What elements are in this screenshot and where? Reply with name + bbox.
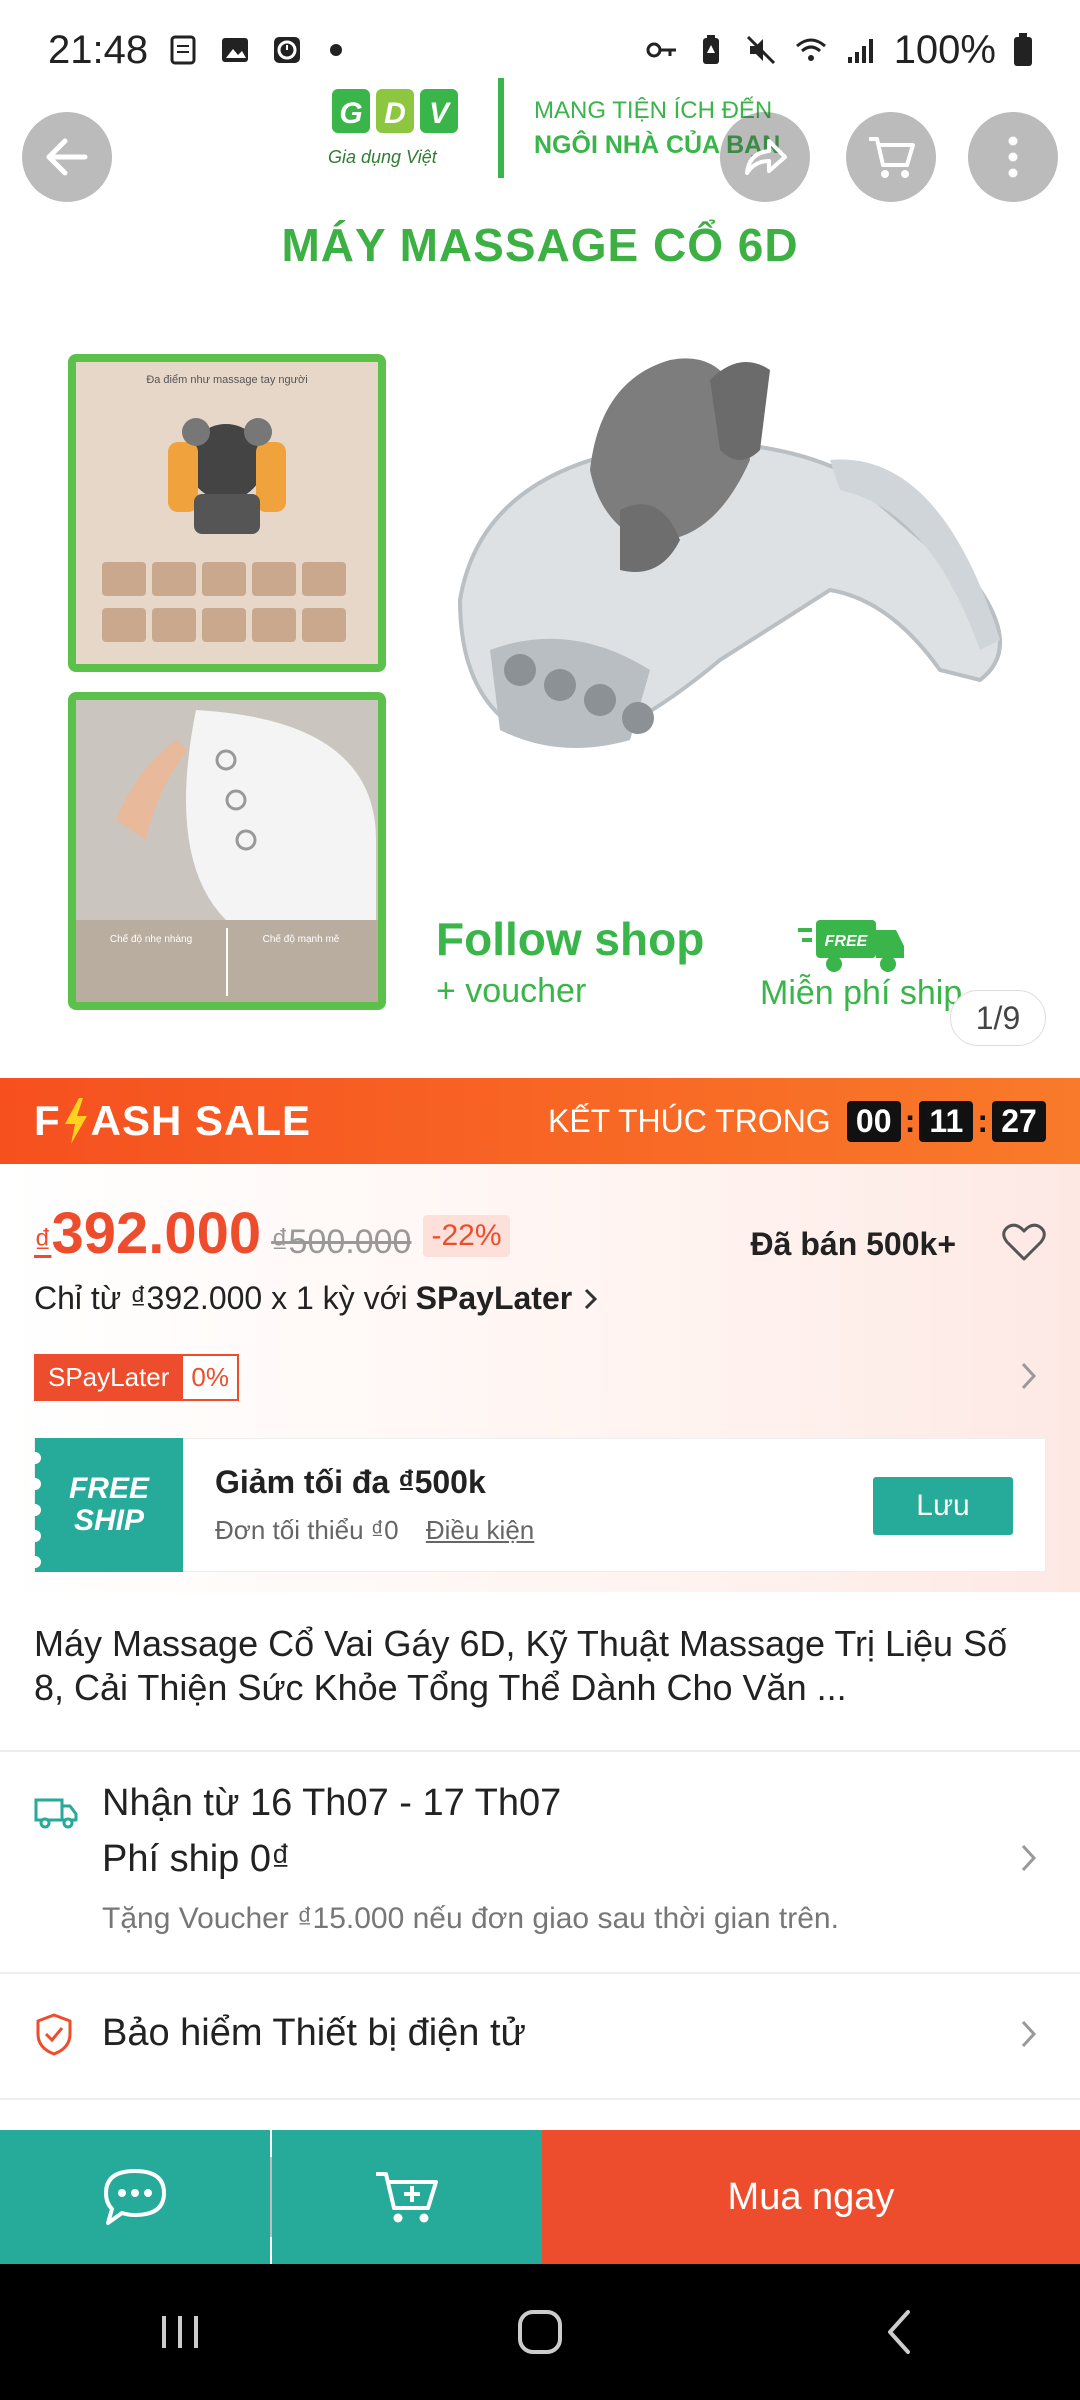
hero-title: MÁY MASSAGE CỔ 6D [281,219,799,271]
currency-symbol: ₫ [34,1223,52,1261]
spaylater-badge-row[interactable]: SPayLater 0% [34,1354,239,1401]
back-button[interactable] [22,112,112,202]
bottom-action-bar: Mua ngay [0,2130,1080,2264]
svg-text:D: D [384,97,406,130]
clock-app-icon [274,37,301,63]
feature-panel-massage: Đa điểm như massage tay người [68,354,386,672]
discount-badge: -22% [423,1215,510,1257]
home-icon[interactable] [510,2302,570,2362]
late-delivery-voucher-note: Tặng Voucher ₫15.000 nếu đơn giao sau th… [102,1902,839,1935]
mute-icon [746,35,775,65]
neck-massager-product-image [457,358,1002,748]
panel-caption: Đa điểm như massage tay người [146,374,308,386]
countdown-timer: 00 : 11 : 27 [846,1100,1046,1142]
signal-icon [847,39,873,63]
save-voucher-button[interactable]: Lưu [873,1477,1013,1535]
flash-sale-title: F ASH SALE [34,1097,311,1145]
back-nav-icon[interactable] [870,2302,930,2362]
flash-title-suffix: ASH SALE [90,1097,312,1144]
free-badge-text: FREE [825,933,869,950]
cart-icon [869,137,915,178]
cart-button[interactable] [846,112,936,202]
more-notifications-dot [330,44,343,56]
voucher-subtitle: Đơn tối thiểu ₫0 Điều kiện [215,1515,534,1546]
timer-seconds: 27 [992,1100,1046,1142]
free-ship-stub-line2: SHIP [73,1504,145,1537]
chat-button[interactable] [0,2130,270,2264]
product-title: Máy Massage Cổ Vai Gáy 6D, Kỹ Thuật Mass… [34,1623,1008,1708]
chat-icon [104,2169,166,2225]
share-button[interactable] [720,112,810,202]
massage-head-illustration [76,362,378,664]
divider [0,2098,1080,2100]
voucher-min-order: Đơn tối thiểu ₫0 [215,1515,399,1545]
buy-now-button[interactable]: Mua ngay [542,2130,1080,2264]
control-panel-illustration [76,700,378,1002]
free-ship-truck-icon: FREE [798,920,904,972]
flash-sale-banner[interactable]: F ASH SALE KẾT THÚC TRONG 00 : 11 : 27 [0,1078,1080,1164]
flash-title-prefix: F [34,1097,61,1144]
shield-check-icon [36,2013,72,2056]
image-counter: 1/9 [950,990,1046,1046]
shipping-row[interactable]: Nhận từ 16 Th07 - 17 Th07 Phí ship 0₫ Tặ… [0,1752,1080,1972]
chevron-right-icon [1021,2020,1037,2048]
lightning-icon [64,1098,87,1144]
price-section: ₫ 392.000 ₫500.000 -22% Đã bán 500k+ Chỉ… [0,1164,1080,1592]
battery-percent: 100% [893,27,996,72]
share-icon [745,139,787,175]
battery-icon [1014,33,1032,66]
recent-apps-icon[interactable] [150,2302,210,2362]
gallery-icon [222,38,249,62]
status-bar: 21:48 100% [0,0,1080,100]
chevron-right-icon [585,1288,598,1309]
free-ship-text: Miễn phí ship [760,974,963,1012]
timer-hours: 00 [846,1100,901,1142]
shipping-fee: Phí ship 0₫ [102,1838,291,1880]
installment-row[interactable]: Chỉ từ ₫392.000 x 1 kỳ với SPayLater [34,1280,604,1317]
add-to-cart-button[interactable] [272,2130,542,2264]
voucher-details: Giảm tối đa ₫500k Đơn tối thiểu ₫0 Điều … [215,1464,534,1546]
free-ship-stub-line1: FREE [68,1472,149,1505]
voucher-title: Giảm tối đa ₫500k [215,1464,486,1500]
more-options-button[interactable] [968,112,1058,202]
follow-shop-text: Follow shop [436,913,705,965]
svg-text:G: G [339,97,362,130]
free-ship-stub: FREE SHIP [29,1438,183,1572]
add-to-cart-icon [376,2172,438,2223]
feature-panel-modes: Chế độ nhẹ nhàng Chế độ mạnh mẽ [68,692,386,1010]
installment-brand: SPayLater [415,1280,573,1316]
brand-name: Gia dụng Việt [328,147,437,167]
flash-ends-label: KẾT THÚC TRONG [547,1102,831,1139]
voucher-text: + voucher [436,972,587,1010]
chevron-right-icon [1021,1844,1037,1872]
voucher-conditions-link[interactable]: Điều kiện [426,1515,534,1545]
free-ship-voucher-card[interactable]: FREE SHIP Giảm tối đa ₫500k Đơn tối thiể… [29,1438,1046,1572]
clock: 21:48 [48,27,149,72]
current-price: 392.000 [51,1201,262,1266]
wifi-icon [795,38,826,61]
price-row: ₫ 392.000 ₫500.000 -22% [34,1200,510,1267]
chevron-right-icon[interactable] [1014,1356,1044,1396]
installment-text: Chỉ từ ₫392.000 x 1 kỳ với [34,1280,408,1316]
timer-minutes: 11 [919,1100,974,1142]
svg-text:V: V [429,97,452,130]
original-price: ₫500.000 [271,1223,412,1261]
notes-icon [170,35,196,65]
battery-saver-icon [702,35,719,64]
mode-gentle-caption: Chế độ nhẹ nhàng [109,934,193,945]
spaylater-rate: 0% [183,1354,239,1401]
more-vertical-icon [1008,136,1018,178]
spaylater-badge: SPayLater [34,1354,184,1401]
insurance-label: Bảo hiểm Thiết bị điện tử [102,2012,526,2054]
delivery-date: Nhận từ 16 Th07 - 17 Th07 [102,1782,562,1824]
system-navigation-bar [0,2264,1080,2400]
delivery-truck-icon [34,1798,78,1829]
insurance-row[interactable]: Bảo hiểm Thiết bị điện tử [0,1974,1080,2100]
arrow-left-icon [46,138,88,176]
vpn-key-icon [646,42,676,58]
sold-count: Đã bán 500k+ [750,1226,956,1262]
heart-icon[interactable] [1002,1222,1046,1262]
mode-strong-caption: Chế độ mạnh mẽ [262,934,340,945]
